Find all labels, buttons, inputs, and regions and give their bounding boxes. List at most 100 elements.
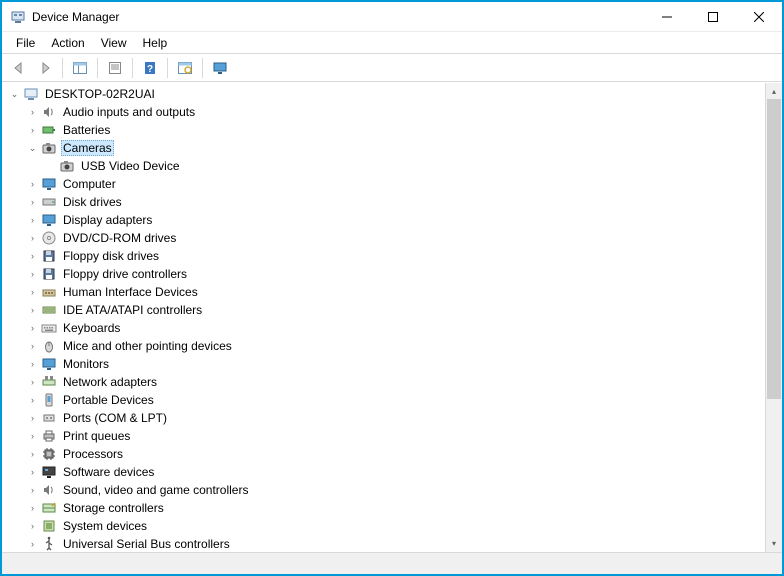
tree-category[interactable]: › Computer bbox=[4, 175, 765, 193]
tree-category[interactable]: ›DVD/CD-ROM drives bbox=[4, 229, 765, 247]
show-hide-tree-button[interactable] bbox=[68, 57, 92, 79]
expand-icon[interactable]: › bbox=[26, 196, 39, 209]
tree-category[interactable]: › IDE ATA/ATAPI controllers bbox=[4, 301, 765, 319]
expand-icon[interactable]: › bbox=[26, 502, 39, 515]
expand-icon[interactable]: › bbox=[26, 538, 39, 551]
tree-category[interactable]: ›Processors bbox=[4, 445, 765, 463]
tree-category[interactable]: › Disk drives bbox=[4, 193, 765, 211]
properties-button[interactable] bbox=[103, 57, 127, 79]
expand-icon[interactable]: › bbox=[26, 484, 39, 497]
scroll-up-arrow[interactable]: ▴ bbox=[766, 83, 782, 100]
tree-category[interactable]: ›Floppy drive controllers bbox=[4, 265, 765, 283]
menu-help[interactable]: Help bbox=[135, 34, 176, 52]
tree-category[interactable]: › Keyboards bbox=[4, 319, 765, 337]
scroll-down-arrow[interactable]: ▾ bbox=[766, 535, 782, 552]
close-button[interactable] bbox=[736, 2, 782, 32]
tree-item-label: Disk drives bbox=[61, 195, 124, 209]
toolbar-separator bbox=[167, 58, 168, 78]
toolbar-separator bbox=[202, 58, 203, 78]
battery-icon bbox=[41, 122, 57, 138]
tree-item-label: Portable Devices bbox=[61, 393, 156, 407]
expand-icon[interactable]: › bbox=[26, 106, 39, 119]
tree-category[interactable]: › Mice and other pointing devices bbox=[4, 337, 765, 355]
expand-icon[interactable]: › bbox=[26, 124, 39, 137]
tree-item-label: Computer bbox=[61, 177, 118, 191]
scan-hardware-button[interactable] bbox=[173, 57, 197, 79]
expand-icon[interactable]: › bbox=[26, 394, 39, 407]
expand-icon[interactable]: › bbox=[26, 304, 39, 317]
expand-icon[interactable]: › bbox=[26, 268, 39, 281]
cpu-icon bbox=[41, 446, 57, 462]
menu-file[interactable]: File bbox=[8, 34, 43, 52]
expand-icon[interactable]: › bbox=[26, 178, 39, 191]
tree-category[interactable]: ›Storage controllers bbox=[4, 499, 765, 517]
menu-view[interactable]: View bbox=[93, 34, 135, 52]
expand-icon[interactable]: ⌄ bbox=[26, 142, 39, 155]
tree-device[interactable]: USB Video Device bbox=[4, 157, 765, 175]
vertical-scrollbar[interactable]: ▴ ▾ bbox=[765, 83, 782, 552]
tree-item-label: USB Video Device bbox=[79, 159, 182, 173]
tree-item-label: Software devices bbox=[61, 465, 156, 479]
monitor-button[interactable] bbox=[208, 57, 232, 79]
tree-item-label: Batteries bbox=[61, 123, 112, 137]
menu-action[interactable]: Action bbox=[43, 34, 92, 52]
expand-icon[interactable]: › bbox=[26, 232, 39, 245]
usb-icon bbox=[41, 536, 57, 552]
expand-icon[interactable]: › bbox=[26, 466, 39, 479]
device-tree[interactable]: ⌄DESKTOP-02R2UAI›Audio inputs and output… bbox=[2, 83, 765, 552]
tree-category[interactable]: ›Universal Serial Bus controllers bbox=[4, 535, 765, 552]
printer-icon bbox=[41, 428, 57, 444]
tree-item-label: Keyboards bbox=[61, 321, 122, 335]
tree-category[interactable]: › Monitors bbox=[4, 355, 765, 373]
maximize-button[interactable] bbox=[690, 2, 736, 32]
expand-icon[interactable]: › bbox=[26, 448, 39, 461]
tree-item-label: Monitors bbox=[61, 357, 111, 371]
network-icon bbox=[41, 374, 57, 390]
expand-icon[interactable]: ⌄ bbox=[8, 88, 21, 101]
expand-icon[interactable]: › bbox=[26, 250, 39, 263]
tree-category[interactable]: › Software devices bbox=[4, 463, 765, 481]
tree-category[interactable]: ⌄Cameras bbox=[4, 139, 765, 157]
help-button[interactable]: ? bbox=[138, 57, 162, 79]
back-button[interactable] bbox=[7, 57, 31, 79]
tree-item-label: IDE ATA/ATAPI controllers bbox=[61, 303, 204, 317]
tree-category[interactable]: › System devices bbox=[4, 517, 765, 535]
expand-icon bbox=[44, 160, 57, 173]
tree-category[interactable]: › Human Interface Devices bbox=[4, 283, 765, 301]
cd-icon bbox=[41, 230, 57, 246]
tree-category[interactable]: ›Sound, video and game controllers bbox=[4, 481, 765, 499]
tree-category[interactable]: ›Audio inputs and outputs bbox=[4, 103, 765, 121]
expand-icon[interactable]: › bbox=[26, 340, 39, 353]
expand-icon[interactable]: › bbox=[26, 358, 39, 371]
tree-item-label: Human Interface Devices bbox=[61, 285, 200, 299]
tree-category[interactable]: ›Display adapters bbox=[4, 211, 765, 229]
computer-root-icon bbox=[23, 86, 39, 102]
speaker-icon bbox=[41, 482, 57, 498]
expand-icon[interactable]: › bbox=[26, 214, 39, 227]
expand-icon[interactable]: › bbox=[26, 376, 39, 389]
tree-category[interactable]: ›Floppy disk drives bbox=[4, 247, 765, 265]
tree-item-label: Mice and other pointing devices bbox=[61, 339, 234, 353]
window-title: Device Manager bbox=[32, 10, 119, 24]
statusbar bbox=[2, 552, 782, 574]
tree-root[interactable]: ⌄DESKTOP-02R2UAI bbox=[4, 85, 765, 103]
expand-icon[interactable]: › bbox=[26, 430, 39, 443]
forward-button[interactable] bbox=[33, 57, 57, 79]
camera-icon bbox=[59, 158, 75, 174]
expand-icon[interactable]: › bbox=[26, 520, 39, 533]
app-icon bbox=[10, 9, 26, 25]
hid-icon bbox=[41, 284, 57, 300]
tree-category[interactable]: ›Print queues bbox=[4, 427, 765, 445]
tree-category[interactable]: ›Ports (COM & LPT) bbox=[4, 409, 765, 427]
tree-category[interactable]: › Batteries bbox=[4, 121, 765, 139]
tree-category[interactable]: ›Network adapters bbox=[4, 373, 765, 391]
expand-icon[interactable]: › bbox=[26, 322, 39, 335]
titlebar[interactable]: Device Manager bbox=[2, 2, 782, 32]
tree-category[interactable]: › Portable Devices bbox=[4, 391, 765, 409]
toolbar: ? bbox=[2, 54, 782, 82]
minimize-button[interactable] bbox=[644, 2, 690, 32]
scroll-thumb[interactable] bbox=[767, 99, 781, 399]
expand-icon[interactable]: › bbox=[26, 412, 39, 425]
tree-item-label: System devices bbox=[61, 519, 149, 533]
expand-icon[interactable]: › bbox=[26, 286, 39, 299]
